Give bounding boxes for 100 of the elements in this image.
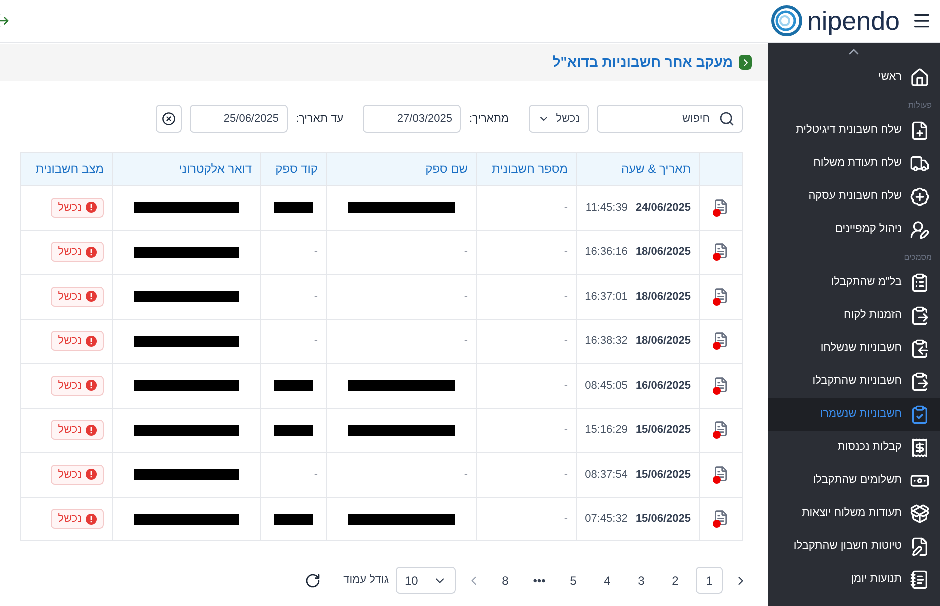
error-icon bbox=[86, 380, 97, 392]
document-error-icon[interactable] bbox=[713, 198, 729, 217]
time-text: 07:45:32 bbox=[585, 512, 628, 527]
column-header: מצב חשבונית bbox=[36, 161, 104, 178]
from-label: מתאריך: bbox=[469, 112, 509, 127]
error-icon bbox=[86, 469, 97, 480]
search-icon bbox=[719, 111, 735, 127]
table-cell-text: - bbox=[564, 200, 568, 216]
sidebar-item[interactable]: ראשי bbox=[768, 61, 940, 94]
document-error-icon[interactable] bbox=[713, 243, 729, 262]
sidebar-item[interactable]: שלח חשבונית דיגיטלית bbox=[768, 114, 940, 147]
sidebar-item[interactable]: שלח חשבונית עסקה bbox=[768, 180, 940, 213]
table-cell-text: - bbox=[314, 290, 318, 304]
clear-icon bbox=[162, 112, 176, 126]
status-badge: נכשל bbox=[51, 286, 104, 307]
file-pen-icon bbox=[910, 536, 930, 556]
error-icon bbox=[86, 202, 97, 214]
clipboard-icon bbox=[910, 272, 930, 292]
notebook-icon bbox=[910, 570, 930, 590]
back-button[interactable] bbox=[739, 55, 752, 70]
to-date-field[interactable]: 25/06/2025 bbox=[190, 105, 288, 133]
document-error-icon[interactable] bbox=[713, 332, 729, 350]
column-header: תאריך & שעה bbox=[621, 161, 691, 178]
time-text: 08:45:05 bbox=[585, 378, 628, 394]
sidebar-item[interactable]: תעודות משלוח יוצאות bbox=[768, 497, 940, 530]
clipboard-icon bbox=[910, 338, 930, 358]
table-cell-text: - bbox=[464, 334, 468, 349]
logo-icon bbox=[771, 5, 804, 37]
to-label: עד תאריך: bbox=[296, 112, 344, 127]
error-icon bbox=[86, 514, 97, 525]
sidebar-item[interactable]: טיוטות חשבון שהתקבלו bbox=[768, 530, 940, 563]
error-icon bbox=[86, 424, 97, 436]
error-icon bbox=[86, 291, 97, 302]
page-button[interactable]: 1 bbox=[696, 567, 723, 594]
sidebar-item[interactable]: חשבוניות שנשלחו bbox=[768, 332, 940, 365]
refresh-icon[interactable] bbox=[304, 572, 321, 588]
sidebar-item[interactable]: חשבוניות שהתקבלו bbox=[768, 365, 940, 398]
table-cell-text: - bbox=[564, 423, 568, 438]
table-cell-text: - bbox=[564, 468, 568, 482]
time-text: 15:16:29 bbox=[585, 423, 628, 438]
table-cell-text: - bbox=[314, 468, 318, 482]
sidebar-item[interactable]: בל"מ שהתקבלו bbox=[768, 266, 940, 299]
file-plus-icon bbox=[910, 120, 930, 140]
search-field[interactable]: חיפוש bbox=[597, 105, 743, 133]
time-text: 16:38:32 bbox=[585, 334, 628, 349]
column-header: קוד ספק bbox=[276, 161, 318, 178]
document-error-icon[interactable] bbox=[713, 510, 729, 528]
section-label: מסמכים bbox=[904, 252, 932, 264]
table-cell-text: - bbox=[314, 334, 318, 349]
table-cell-text: - bbox=[314, 245, 318, 260]
status-badge: נכשל bbox=[51, 331, 104, 352]
page-button[interactable]: 8 bbox=[492, 567, 519, 594]
clear-button[interactable] bbox=[156, 105, 182, 133]
page-button[interactable]: 5 bbox=[560, 567, 587, 594]
page-button[interactable]: 2 bbox=[662, 567, 689, 594]
logo-text: nipendo bbox=[807, 8, 900, 34]
table-cell-text: - bbox=[564, 334, 568, 349]
date-text: 18/06/2025 bbox=[636, 245, 691, 260]
clipboard-check-icon bbox=[910, 404, 930, 424]
column-header: שם ספק bbox=[426, 161, 468, 178]
error-icon bbox=[86, 246, 97, 258]
page-title: מעקב אחר חשבוניות בדוא"ל bbox=[552, 53, 733, 72]
sidebar-item[interactable]: קבלות נכנסות bbox=[768, 431, 940, 464]
package-icon bbox=[910, 504, 930, 524]
page-button[interactable]: 3 bbox=[628, 567, 655, 594]
sidebar-item[interactable]: תשלומים שהתקבלו bbox=[768, 464, 940, 497]
status-badge: נכשל bbox=[51, 242, 104, 262]
section-label: פעולות bbox=[908, 100, 932, 112]
user-icon bbox=[910, 220, 930, 240]
time-text: 11:45:39 bbox=[586, 200, 628, 216]
badge-plus-icon bbox=[910, 186, 930, 206]
sidebar-item[interactable]: חשבוניות שנשמרו bbox=[768, 398, 940, 431]
document-error-icon[interactable] bbox=[713, 288, 729, 306]
date-text: 18/06/2025 bbox=[636, 290, 691, 304]
time-text: 16:37:01 bbox=[585, 290, 628, 304]
table-cell-text: - bbox=[564, 245, 568, 260]
sidebar-item[interactable]: הזמנות לקוח bbox=[768, 299, 940, 332]
clipboard-icon bbox=[910, 306, 930, 326]
status-select[interactable]: נכשל bbox=[529, 105, 589, 133]
from-date-field[interactable]: 27/03/2025 bbox=[363, 105, 462, 133]
time-text: 16:36:16 bbox=[585, 245, 628, 260]
receipt-icon bbox=[910, 438, 930, 458]
time-text: 08:37:54 bbox=[585, 468, 628, 482]
document-error-icon[interactable] bbox=[713, 376, 729, 395]
status-badge: נכשל bbox=[51, 464, 104, 485]
status-badge: נכשל bbox=[51, 420, 104, 440]
sidebar-item[interactable]: ניהול קמפיינים bbox=[768, 213, 940, 246]
document-error-icon[interactable] bbox=[713, 421, 729, 440]
table-cell-text: - bbox=[564, 378, 568, 394]
page-button[interactable]: ••• bbox=[526, 567, 553, 594]
date-text: 15/06/2025 bbox=[636, 468, 691, 482]
page-button[interactable]: 4 bbox=[594, 567, 621, 594]
sidebar-item[interactable]: שלח תעודת משלוח bbox=[768, 147, 940, 180]
clipboard-icon bbox=[910, 372, 930, 392]
sidebar-item[interactable]: תנועות יומן bbox=[768, 563, 940, 596]
date-text: 16/06/2025 bbox=[636, 378, 691, 394]
document-error-icon[interactable] bbox=[713, 466, 729, 484]
truck-icon bbox=[910, 154, 930, 174]
status-badge: נכשל bbox=[51, 509, 104, 530]
page-size-select[interactable]: 10 bbox=[396, 567, 456, 594]
